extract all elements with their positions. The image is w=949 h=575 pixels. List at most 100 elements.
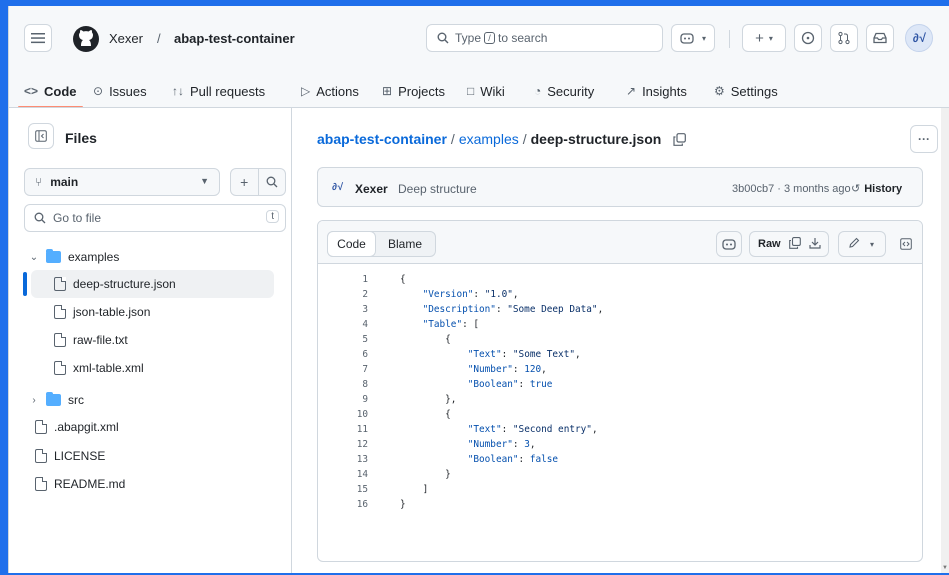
create-new-button[interactable]: + ▾ (742, 24, 786, 52)
code-view-button[interactable]: Code (327, 231, 376, 257)
repo-link[interactable]: abap-test-container (174, 31, 295, 46)
collapse-sidebar-button[interactable] (28, 123, 54, 149)
hamburger-menu-button[interactable] (24, 24, 52, 52)
history-button[interactable]: ↺ History (851, 182, 902, 195)
code-line: 13 "Boolean": false (318, 452, 922, 467)
tree-file-abapgit[interactable]: .abapgit.xml (9, 413, 274, 441)
line-number[interactable]: 13 (318, 454, 368, 465)
book-icon: □ (467, 84, 475, 98)
commit-author[interactable]: Xexer (355, 182, 388, 196)
line-number[interactable]: 3 (318, 304, 368, 315)
copy-raw-icon[interactable] (788, 236, 801, 252)
tab-label: Insights (642, 83, 687, 99)
blame-view-button[interactable]: Blame (375, 232, 435, 256)
line-content: { (400, 274, 406, 285)
line-number[interactable]: 2 (318, 289, 368, 300)
line-number[interactable]: 14 (318, 469, 368, 480)
tab-projects[interactable]: ⊞ Projects (382, 74, 445, 108)
tree-file-readme[interactable]: README.md (9, 470, 274, 498)
tree-item-label: deep-structure.json (73, 277, 176, 291)
line-number[interactable]: 15 (318, 484, 368, 495)
line-number[interactable]: 4 (318, 319, 368, 330)
tab-label: Code (44, 83, 77, 99)
owner-link[interactable]: Xexer (109, 31, 143, 46)
table-icon: ⊞ (382, 84, 393, 98)
line-number[interactable]: 5 (318, 334, 368, 345)
line-number[interactable]: 9 (318, 394, 368, 405)
tree-file-json-table[interactable]: json-table.json (9, 298, 274, 326)
path-current-file: deep-structure.json (530, 131, 662, 147)
add-file-button[interactable]: + (231, 169, 258, 195)
tab-settings[interactable]: ⚙ Settings (714, 74, 778, 108)
tree-file-xml-table[interactable]: xml-table.xml (9, 354, 274, 382)
view-toggle: Code Blame (327, 231, 436, 257)
tree-file-license[interactable]: LICENSE (9, 442, 274, 470)
tree-folder-examples[interactable]: ⌄ examples (9, 243, 274, 271)
copy-path-icon[interactable] (673, 131, 687, 147)
more-options-button[interactable]: ··· (910, 125, 938, 153)
global-nav: Xexer / abap-test-container Type / to se… (9, 24, 949, 54)
path-folder-link[interactable]: examples (459, 131, 519, 147)
issues-button[interactable] (794, 24, 822, 52)
tab-issues[interactable]: ⊙ Issues (93, 74, 147, 108)
issue-icon: ⊙ (93, 84, 104, 98)
tab-security[interactable]: ◔ Security (534, 74, 594, 108)
copilot-chat-button[interactable] (716, 231, 742, 257)
go-to-file-placeholder: Go to file (53, 211, 102, 225)
download-icon[interactable] (809, 237, 821, 252)
graph-icon: ↗ (626, 84, 637, 98)
line-number[interactable]: 11 (318, 424, 368, 435)
line-content: "Number": 120, (467, 364, 547, 375)
page-scrollbar[interactable]: ▼ (941, 108, 949, 573)
branch-selector[interactable]: ⑂ main ▼ (24, 168, 220, 196)
line-number[interactable]: 10 (318, 409, 368, 420)
line-number[interactable]: 8 (318, 379, 368, 390)
user-avatar[interactable]: ∂√ (905, 24, 933, 52)
tree-item-label: README.md (54, 477, 126, 491)
inbox-button[interactable] (866, 24, 894, 52)
commit-message[interactable]: Deep structure (398, 182, 477, 196)
line-number[interactable]: 16 (318, 499, 368, 510)
raw-button[interactable]: Raw (758, 238, 781, 250)
tab-label: Settings (730, 83, 778, 99)
tab-wiki[interactable]: □ Wiki (467, 74, 505, 108)
line-number[interactable]: 6 (318, 349, 368, 360)
tree-item-label: raw-file.txt (73, 333, 128, 347)
line-number[interactable]: 1 (318, 274, 368, 285)
search-placeholder-prefix: Type (455, 31, 482, 45)
line-content: "Version": "1.0", (422, 289, 519, 300)
pull-request-icon (838, 31, 850, 45)
branch-name: main (50, 175, 79, 189)
tree-folder-src[interactable]: › src (9, 386, 274, 414)
history-label: History (864, 183, 903, 195)
copilot-icon (722, 239, 736, 250)
code-line: 3 "Description": "Some Deep Data", (318, 302, 922, 317)
github-logo-icon[interactable] (71, 24, 101, 54)
tree-file-deep-structure[interactable]: deep-structure.json (31, 270, 274, 298)
sidebar-actions: + (230, 168, 286, 196)
search-input[interactable]: Type / to search (426, 24, 663, 52)
plus-icon: + (755, 29, 764, 47)
search-files-button[interactable] (257, 169, 286, 195)
tab-insights[interactable]: ↗ Insights (626, 74, 687, 108)
sidebar-collapse-icon (35, 130, 47, 142)
symbols-panel-button[interactable] (895, 231, 917, 257)
line-number[interactable]: 7 (318, 364, 368, 375)
go-to-file-input[interactable]: Go to file t (24, 204, 286, 232)
line-number[interactable]: 12 (318, 439, 368, 450)
tab-pull-requests[interactable]: ↑↓ Pull requests (172, 74, 265, 108)
edit-button[interactable]: ▾ (838, 231, 886, 257)
pull-requests-button[interactable] (830, 24, 858, 52)
line-content: } (400, 499, 406, 510)
browser-frame: Xexer / abap-test-container Type / to se… (8, 6, 949, 573)
tab-actions[interactable]: ▷ Actions (301, 74, 359, 108)
commit-meta[interactable]: 3b00cb7 · 3 months ago (732, 183, 851, 195)
tree-file-raw-file[interactable]: raw-file.txt (9, 326, 274, 354)
path-repo-link[interactable]: abap-test-container (317, 131, 447, 147)
copilot-button[interactable]: ▾ (671, 24, 715, 52)
author-avatar[interactable]: ∂√ (332, 182, 348, 196)
file-icon (35, 477, 47, 491)
tab-code[interactable]: <> Code (18, 74, 82, 108)
code-content: 1 {2 "Version": "1.0", 3 "Description": "S… (318, 264, 922, 512)
search-placeholder-suffix: to search (498, 31, 548, 45)
